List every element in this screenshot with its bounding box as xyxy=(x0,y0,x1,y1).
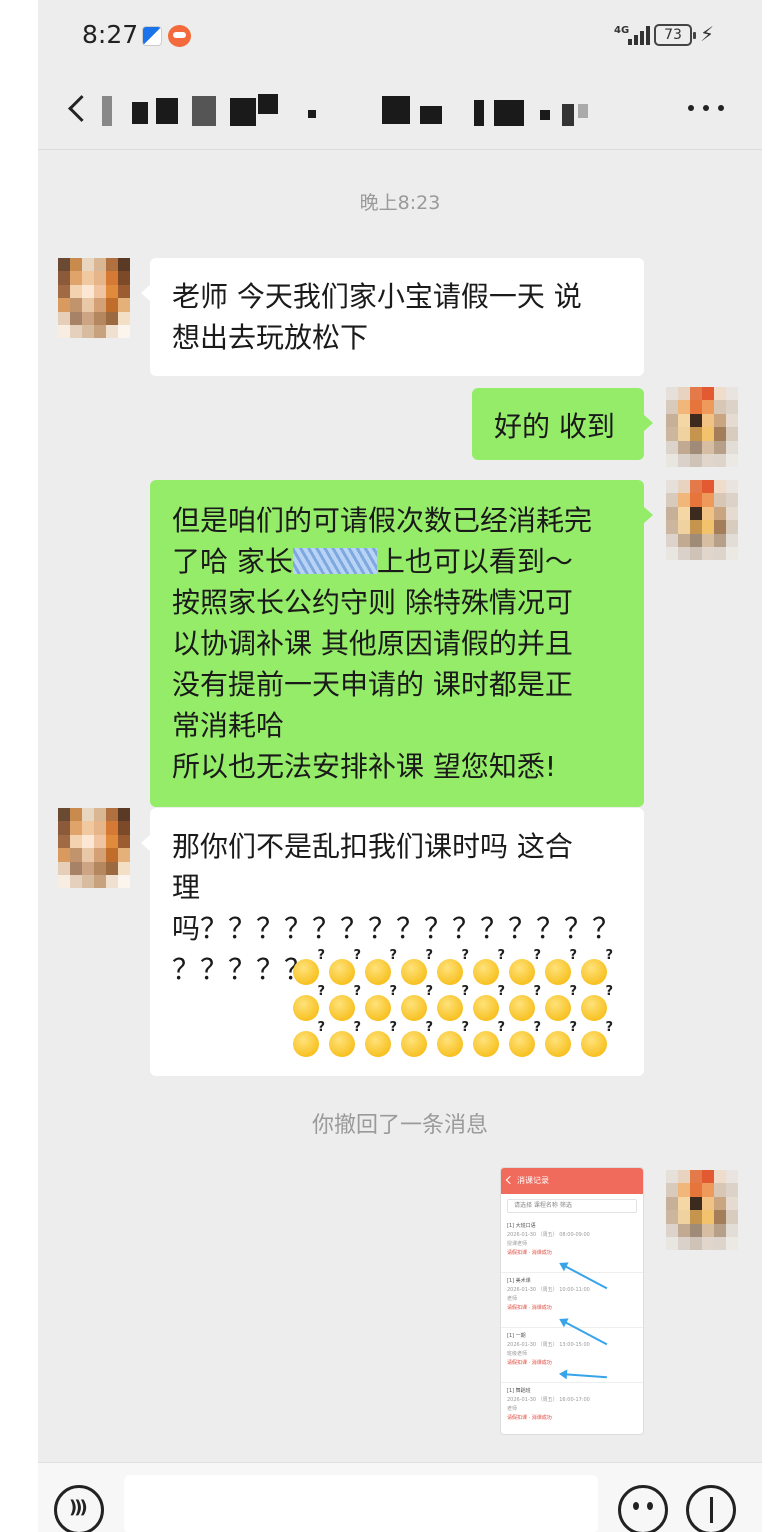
record-entry: [1] 大班口语 2026-01-30 （周五） 08:00-09:00 授课老师请… xyxy=(501,1218,643,1273)
thinking-emoji-icon xyxy=(471,949,505,987)
chat-header xyxy=(38,72,762,150)
incoming-message[interactable]: 老师 今天我们家小宝请假一天 说 想出去玩放松下 xyxy=(141,258,644,376)
thinking-emoji-icon xyxy=(543,1021,577,1059)
message-timestamp: 晚上8:23 xyxy=(359,192,441,214)
thinking-emoji-icon xyxy=(507,1021,541,1059)
thinking-emoji-icon xyxy=(399,1021,433,1059)
record-entry: [1] 舞蹈班 2026-01-30 （周五） 16:00-17:00 老师请假扣课… xyxy=(501,1383,643,1434)
my-avatar[interactable] xyxy=(666,1170,738,1250)
record-date: 2026-01-30 （周五） 16:00-17:00 xyxy=(507,1397,590,1403)
record-status: 请假扣课 · 消课成功 xyxy=(507,1305,552,1311)
thinking-emoji-icon xyxy=(363,949,397,987)
thinking-emoji-icon xyxy=(471,1021,505,1059)
thinking-emoji-icon xyxy=(435,949,469,987)
redacted-text xyxy=(292,548,377,574)
contact-avatar[interactable] xyxy=(58,808,130,888)
thinking-emoji-icon xyxy=(471,985,505,1023)
record-date: 2026-01-30 （周五） 08:00-09:00 xyxy=(507,1232,590,1238)
chat-title-redacted xyxy=(102,92,642,128)
thinking-emoji-icon xyxy=(363,1021,397,1059)
thinking-emoji-icon xyxy=(291,1021,325,1059)
thinking-emoji-icon xyxy=(327,1021,361,1059)
thinking-emoji-icon xyxy=(291,949,325,987)
thinking-emoji-icon xyxy=(291,985,325,1023)
voice-icon[interactable] xyxy=(54,1485,104,1532)
record-teacher: 老师 xyxy=(507,1406,518,1412)
thinking-emoji-icon xyxy=(435,1021,469,1059)
right-margin xyxy=(762,0,776,1532)
thinking-emoji-icon xyxy=(399,985,433,1023)
chat-screen: 8:27 4G 73 ⚡ 晚上8:23 老师 今天我们家小宝请假一天 说 想出去… xyxy=(38,0,762,1532)
image-search-bar: 请选择 课程名称 筛选 xyxy=(507,1199,637,1213)
recall-notice: 你撤回了一条消息 xyxy=(311,1113,488,1138)
left-margin xyxy=(0,0,38,1532)
status-bar: 8:27 4G 73 ⚡ xyxy=(38,0,762,72)
record-date: 2026-01-30 （周五） 10:00-11:00 xyxy=(507,1287,590,1293)
back-icon[interactable] xyxy=(62,90,98,126)
thinking-emoji-icon xyxy=(579,949,613,987)
network-type-label: 4G xyxy=(614,25,630,36)
record-status: 请假扣课 · 消课成功 xyxy=(507,1360,552,1366)
thinking-emoji-icon xyxy=(327,985,361,1023)
record-status: 请假扣课 · 消课成功 xyxy=(507,1250,552,1256)
thinking-emoji-icon xyxy=(579,985,613,1023)
record-date: 2026-01-30 （周五） 13:00-15:00 xyxy=(507,1342,590,1348)
thinking-emoji-icon xyxy=(363,985,397,1023)
battery-icon: 73 xyxy=(654,24,696,46)
thinking-emoji-icon xyxy=(579,1021,613,1059)
my-avatar[interactable] xyxy=(666,387,738,467)
record-entry: [1] 美术课 2026-01-30 （周五） 10:00-11:00 老师请假扣课… xyxy=(501,1273,643,1328)
incoming-message[interactable]: 那你们不是乱扣我们课时吗 这合 理 吗？？？？？？？？？？？？？？？ ？？？？？ xyxy=(141,808,644,1076)
thinking-emoji-icon xyxy=(543,985,577,1023)
thinking-emoji-icon xyxy=(543,949,577,987)
chat-app-notification-icon xyxy=(168,25,191,47)
record-teacher: 班级老师 xyxy=(507,1351,528,1357)
image-message[interactable]: 消课记录 请选择 课程名称 筛选 [1] 大班口语 2026-01-30 （周五）… xyxy=(500,1167,644,1435)
image-header: 消课记录 xyxy=(501,1168,643,1194)
message-text-part: 上也可以看到～ 按照家长公约守则 除特殊情况可 以协调补课 其他原因请假的并且 … xyxy=(172,545,573,783)
record-name: [1] 舞蹈班 xyxy=(507,1388,531,1394)
thinking-emoji-icon xyxy=(327,949,361,987)
message-text: 好的 收到 xyxy=(494,410,615,443)
message-text: 老师 今天我们家小宝请假一天 说 想出去玩放松下 xyxy=(172,280,582,354)
outgoing-message[interactable]: 好的 收到 xyxy=(472,388,653,460)
outgoing-message[interactable]: 但是咱们的可请假次数已经消耗完 了哈 家长 上也可以看到～ 按照家长公约守则 除特… xyxy=(150,480,653,807)
my-avatar[interactable] xyxy=(666,480,738,560)
record-name: [1] 大班口语 xyxy=(507,1223,536,1229)
more-horizontal-icon[interactable] xyxy=(684,102,728,114)
thinking-emoji-icon xyxy=(507,949,541,987)
record-status: 请假扣课 · 消课成功 xyxy=(507,1415,552,1421)
status-time: 8:27 xyxy=(82,20,139,49)
signal-icon xyxy=(628,25,650,45)
thinking-emoji-icon xyxy=(435,985,469,1023)
thinking-emoji-icon xyxy=(507,985,541,1023)
record-teacher: 授课老师 xyxy=(507,1241,528,1247)
record-teacher: 老师 xyxy=(507,1296,518,1302)
message-text: 但是咱们的可请假次数已经消耗完 了哈 家长 上也可以看到～ 按照家长公约守则 除特… xyxy=(172,500,622,787)
plus-icon[interactable] xyxy=(686,1485,736,1532)
record-name: [1] 美术课 xyxy=(507,1278,531,1284)
thinking-emoji-icon xyxy=(399,949,433,987)
message-input[interactable] xyxy=(124,1475,598,1532)
record-name: [1] 一期 xyxy=(507,1333,526,1339)
app-notification-icon xyxy=(142,26,162,46)
charging-icon: ⚡ xyxy=(700,22,715,46)
contact-avatar[interactable] xyxy=(58,258,130,338)
input-bar xyxy=(38,1462,762,1532)
emoji-icon[interactable] xyxy=(618,1485,668,1532)
